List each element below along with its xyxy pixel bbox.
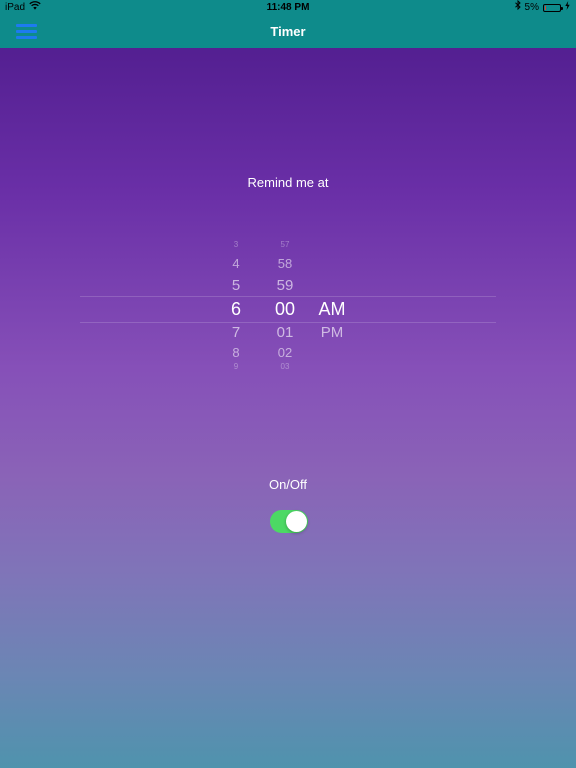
picker-item[interactable]: 7: [210, 324, 262, 341]
picker-item[interactable]: 5: [210, 277, 262, 294]
nav-bar: Timer: [0, 16, 576, 48]
picker-item[interactable]: 6: [210, 299, 262, 319]
bluetooth-icon: [514, 0, 521, 16]
picker-item[interactable]: 01: [260, 324, 310, 341]
picker-item[interactable]: PM: [310, 324, 354, 341]
picker-item[interactable]: 3: [210, 240, 262, 250]
picker-item[interactable]: 58: [260, 256, 310, 271]
toggle-knob[interactable]: [286, 511, 307, 532]
hour-wheel[interactable]: 3 4 5 6 7 8 9: [210, 240, 262, 374]
timer-screen: iPad 11:48 PM 5% Timer Remind me at 3 4 …: [0, 0, 576, 768]
toggle-label: On/Off: [268, 477, 308, 492]
picker-item[interactable]: 02: [260, 345, 310, 360]
charging-icon: [565, 0, 570, 16]
picker-item[interactable]: 9: [210, 362, 262, 372]
status-time: 11:48 PM: [266, 2, 310, 13]
time-picker[interactable]: 3 4 5 6 7 8 9 57 58 59 00 01 02 03 AM PM: [80, 240, 496, 374]
minute-wheel[interactable]: 57 58 59 00 01 02 03: [260, 240, 310, 374]
picker-item[interactable]: 00: [260, 299, 310, 319]
status-bar: iPad 11:48 PM 5%: [0, 0, 576, 16]
battery-percent: 5%: [524, 2, 539, 13]
picker-item[interactable]: AM: [310, 299, 354, 319]
battery-icon: [543, 4, 563, 12]
page-title: Timer: [270, 24, 306, 39]
status-right: 5%: [514, 0, 570, 16]
hamburger-menu-icon[interactable]: [16, 24, 37, 40]
on-off-toggle[interactable]: [270, 510, 308, 533]
picker-item[interactable]: 4: [210, 256, 262, 271]
picker-item[interactable]: 03: [260, 362, 310, 372]
picker-item[interactable]: 59: [260, 277, 310, 294]
picker-item[interactable]: 57: [260, 240, 310, 250]
period-wheel[interactable]: AM PM: [310, 240, 354, 374]
remind-label: Remind me at: [247, 175, 329, 190]
battery-fill: [545, 6, 546, 10]
picker-item[interactable]: 8: [210, 345, 262, 360]
